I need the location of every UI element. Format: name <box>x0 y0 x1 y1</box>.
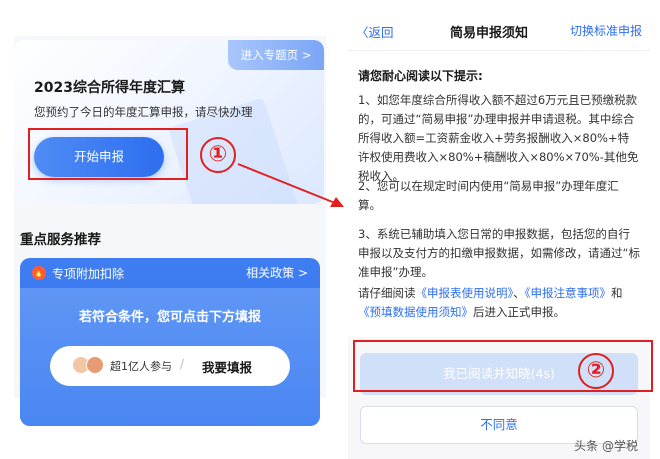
notice-item-2: 2、您可以在规定时间内使用“简易申报”办理年度汇算。 <box>358 179 619 212</box>
avatar <box>86 356 104 374</box>
annotation-marker-1: ① <box>200 137 236 173</box>
annotation-box-1 <box>28 128 188 180</box>
watermark: 头条 @学税 <box>574 439 638 453</box>
notice-item-1: 1、如您年度综合所得收入额不超过6万元且已预缴税款的，可通过“简易申报”办理申报… <box>358 93 639 183</box>
divider: / <box>180 357 185 371</box>
annotation-marker-2: ② <box>578 353 614 389</box>
fire-icon: 🔥 <box>32 266 46 280</box>
notice-item-3: 3、系统已辅助填入您日常的申报数据，包括您的自行申报以及支付方的扣缴申报数据，如… <box>358 227 640 279</box>
and-text: 和 <box>611 286 623 300</box>
service-header: 🔥 专项附加扣除 相关政策 > <box>20 258 320 288</box>
service-prompt: 若符合条件，您可点击下方填报 <box>78 310 261 325</box>
prefill-data-link[interactable]: 《预填数据使用须知》 <box>358 305 473 319</box>
card-subtitle: 您预约了今日的年度汇算申报，请尽快办理 <box>34 105 253 119</box>
service-main: 若符合条件，您可点击下方填报 超1亿人参与 / 我要填报 <box>20 288 320 426</box>
declaration-notes-link[interactable]: 《申报注意事项》 <box>525 286 611 300</box>
separator: 、 <box>513 286 525 300</box>
notice-body: 请您耐心阅读以下提示: 1、如您年度综合所得收入额不超过6万元且已预缴税款的，可… <box>348 51 650 337</box>
service-card: 🔥 专项附加扣除 相关政策 > 若符合条件，您可点击下方填报 超1亿人参与 / … <box>20 258 320 426</box>
section-title: 重点服务推荐 <box>20 232 101 248</box>
home-panel: 进入专题页 > 2023综合所得年度汇算 您预约了今日的年度汇算申报，请尽快办理… <box>14 36 326 426</box>
notice-heading: 请您耐心阅读以下提示: <box>358 69 483 83</box>
reading-suffix: 后进入正式申报。 <box>473 305 565 319</box>
service-label: 专项附加扣除 <box>52 267 125 281</box>
form-instructions-link[interactable]: 《申报表使用说明》 <box>416 286 514 300</box>
nav-bar: 〈返回 简易申报须知 切换标准申报 <box>348 10 650 51</box>
related-policy-link[interactable]: 相关政策 > <box>246 264 308 281</box>
switch-standard-link[interactable]: 切换标准申报 <box>570 22 642 39</box>
topic-page-link[interactable]: 进入专题页 > <box>228 40 324 70</box>
reading-prefix: 请仔细阅读 <box>358 286 416 300</box>
participants-count: 超1亿人参与 <box>110 360 172 373</box>
fill-in-label: 我要填报 <box>202 360 253 375</box>
fill-in-button[interactable]: 超1亿人参与 / 我要填报 <box>50 346 290 386</box>
reading-notice: 请仔细阅读《申报表使用说明》、《申报注意事项》和《预填数据使用须知》后进入正式申… <box>358 284 640 322</box>
card-title: 2023综合所得年度汇算 <box>34 80 185 96</box>
